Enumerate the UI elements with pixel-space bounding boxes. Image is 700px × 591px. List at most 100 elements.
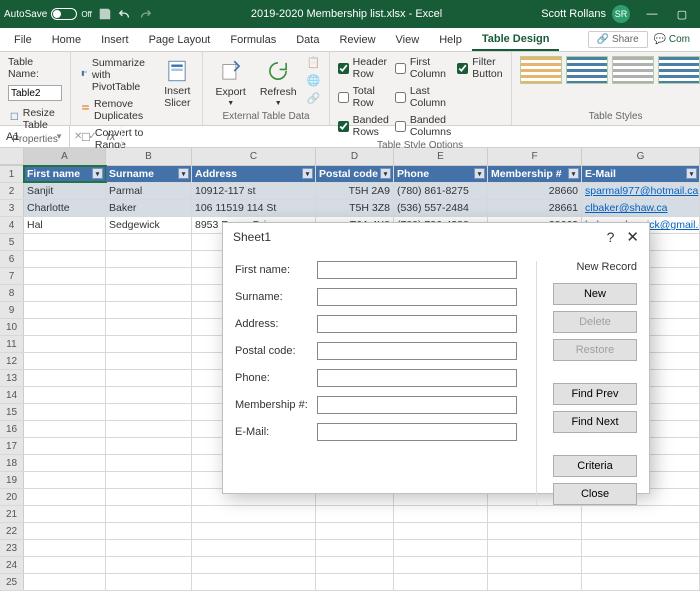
col-header[interactable]: B [106, 148, 192, 165]
restore-button[interactable]: Restore [553, 339, 637, 361]
cell[interactable] [24, 438, 106, 454]
help-icon[interactable]: ? [607, 229, 615, 245]
cell[interactable]: Membership #▾ [488, 166, 582, 182]
phone-field[interactable] [317, 369, 517, 387]
cell[interactable] [192, 540, 316, 556]
cell[interactable]: 28660 [488, 183, 582, 199]
total-row-check[interactable]: Total Row [338, 85, 389, 109]
tab-home[interactable]: Home [42, 30, 91, 50]
toggle-off-icon[interactable] [51, 8, 77, 20]
cell[interactable] [24, 285, 106, 301]
cell[interactable] [488, 557, 582, 573]
filter-button-check[interactable]: Filter Button [457, 56, 502, 80]
cell[interactable] [24, 523, 106, 539]
cell[interactable]: 10912-117 st [192, 183, 316, 199]
cell[interactable] [192, 574, 316, 590]
cell[interactable] [316, 540, 394, 556]
tablename-field[interactable] [8, 85, 62, 101]
cell[interactable] [24, 370, 106, 386]
name-box[interactable]: A1▼ [0, 126, 70, 147]
header-row-check[interactable]: Header Row [338, 56, 389, 80]
save-icon[interactable] [98, 7, 112, 21]
cell[interactable] [316, 574, 394, 590]
cancel-icon[interactable]: ✕ [74, 131, 82, 142]
cell[interactable] [106, 370, 192, 386]
row-header[interactable]: 1 [0, 166, 24, 182]
cell[interactable]: Hal [24, 217, 106, 233]
summarize-pivot-button[interactable]: Summarize with PivotTable [79, 56, 154, 94]
cell[interactable] [24, 506, 106, 522]
cell[interactable] [106, 302, 192, 318]
select-all-corner[interactable] [0, 148, 24, 165]
row-header[interactable]: 9 [0, 302, 24, 318]
cell[interactable]: Baker [106, 200, 192, 216]
redo-icon[interactable] [138, 7, 152, 21]
tab-insert[interactable]: Insert [91, 30, 139, 50]
account-area[interactable]: Scott Rollans SR [541, 5, 630, 23]
filter-icon[interactable]: ▾ [686, 168, 697, 179]
cell[interactable] [106, 353, 192, 369]
new-button[interactable]: New [553, 283, 637, 305]
cell[interactable] [106, 234, 192, 250]
cell[interactable]: Parmal [106, 183, 192, 199]
cell[interactable] [24, 557, 106, 573]
share-button[interactable]: 🔗 Share [588, 31, 648, 48]
last-col-check[interactable]: Last Column [395, 85, 451, 109]
membership-field[interactable] [317, 396, 517, 414]
row-header[interactable]: 23 [0, 540, 24, 556]
autosave-toggle[interactable]: AutoSave Off [4, 8, 92, 20]
fx-icon[interactable]: fx [101, 131, 122, 143]
cell[interactable] [106, 387, 192, 403]
cell[interactable] [106, 489, 192, 505]
tab-review[interactable]: Review [329, 30, 385, 50]
cell[interactable] [582, 523, 700, 539]
surname-field[interactable] [317, 288, 517, 306]
cell[interactable]: (536) 557-2484 [394, 200, 488, 216]
row-header[interactable]: 6 [0, 251, 24, 267]
cell[interactable]: (780) 861-8275 [394, 183, 488, 199]
cell[interactable] [24, 336, 106, 352]
postal-field[interactable] [317, 342, 517, 360]
cell[interactable] [394, 523, 488, 539]
row-header[interactable]: 21 [0, 506, 24, 522]
row-header[interactable]: 7 [0, 268, 24, 284]
cell[interactable]: clbaker@shaw.ca [582, 200, 700, 216]
cell[interactable] [106, 574, 192, 590]
cell[interactable] [106, 472, 192, 488]
style-preset[interactable] [612, 56, 654, 84]
cell[interactable] [106, 506, 192, 522]
cell[interactable] [24, 472, 106, 488]
cell[interactable]: E-Mail▾ [582, 166, 700, 182]
tab-file[interactable]: File [4, 30, 42, 50]
row-header[interactable]: 18 [0, 455, 24, 471]
chevron-down-icon[interactable]: ▼ [55, 132, 63, 141]
cell[interactable] [192, 523, 316, 539]
row-header[interactable]: 8 [0, 285, 24, 301]
cell[interactable] [316, 557, 394, 573]
style-preset[interactable] [520, 56, 562, 84]
tab-table-design[interactable]: Table Design [472, 29, 560, 51]
cell[interactable] [394, 540, 488, 556]
cell[interactable] [582, 574, 700, 590]
cell[interactable] [24, 302, 106, 318]
cell[interactable] [24, 489, 106, 505]
style-preset[interactable] [658, 56, 700, 84]
cell[interactable] [24, 540, 106, 556]
row-header[interactable]: 16 [0, 421, 24, 437]
row-header[interactable]: 17 [0, 438, 24, 454]
row-header[interactable]: 20 [0, 489, 24, 505]
cell[interactable]: Phone▾ [394, 166, 488, 182]
cell[interactable]: First name▾ [24, 166, 106, 182]
col-header[interactable]: G [582, 148, 700, 165]
cell[interactable] [394, 557, 488, 573]
row-header[interactable]: 2 [0, 183, 24, 199]
cell[interactable] [582, 557, 700, 573]
email-link[interactable]: clbaker@shaw.ca [585, 202, 667, 214]
row-header[interactable]: 24 [0, 557, 24, 573]
cell[interactable]: T5H 2A9 [316, 183, 394, 199]
cell[interactable] [24, 404, 106, 420]
cell[interactable]: Sanjit [24, 183, 106, 199]
tab-view[interactable]: View [386, 30, 430, 50]
tab-formulas[interactable]: Formulas [220, 30, 286, 50]
cell[interactable]: Surname▾ [106, 166, 192, 182]
